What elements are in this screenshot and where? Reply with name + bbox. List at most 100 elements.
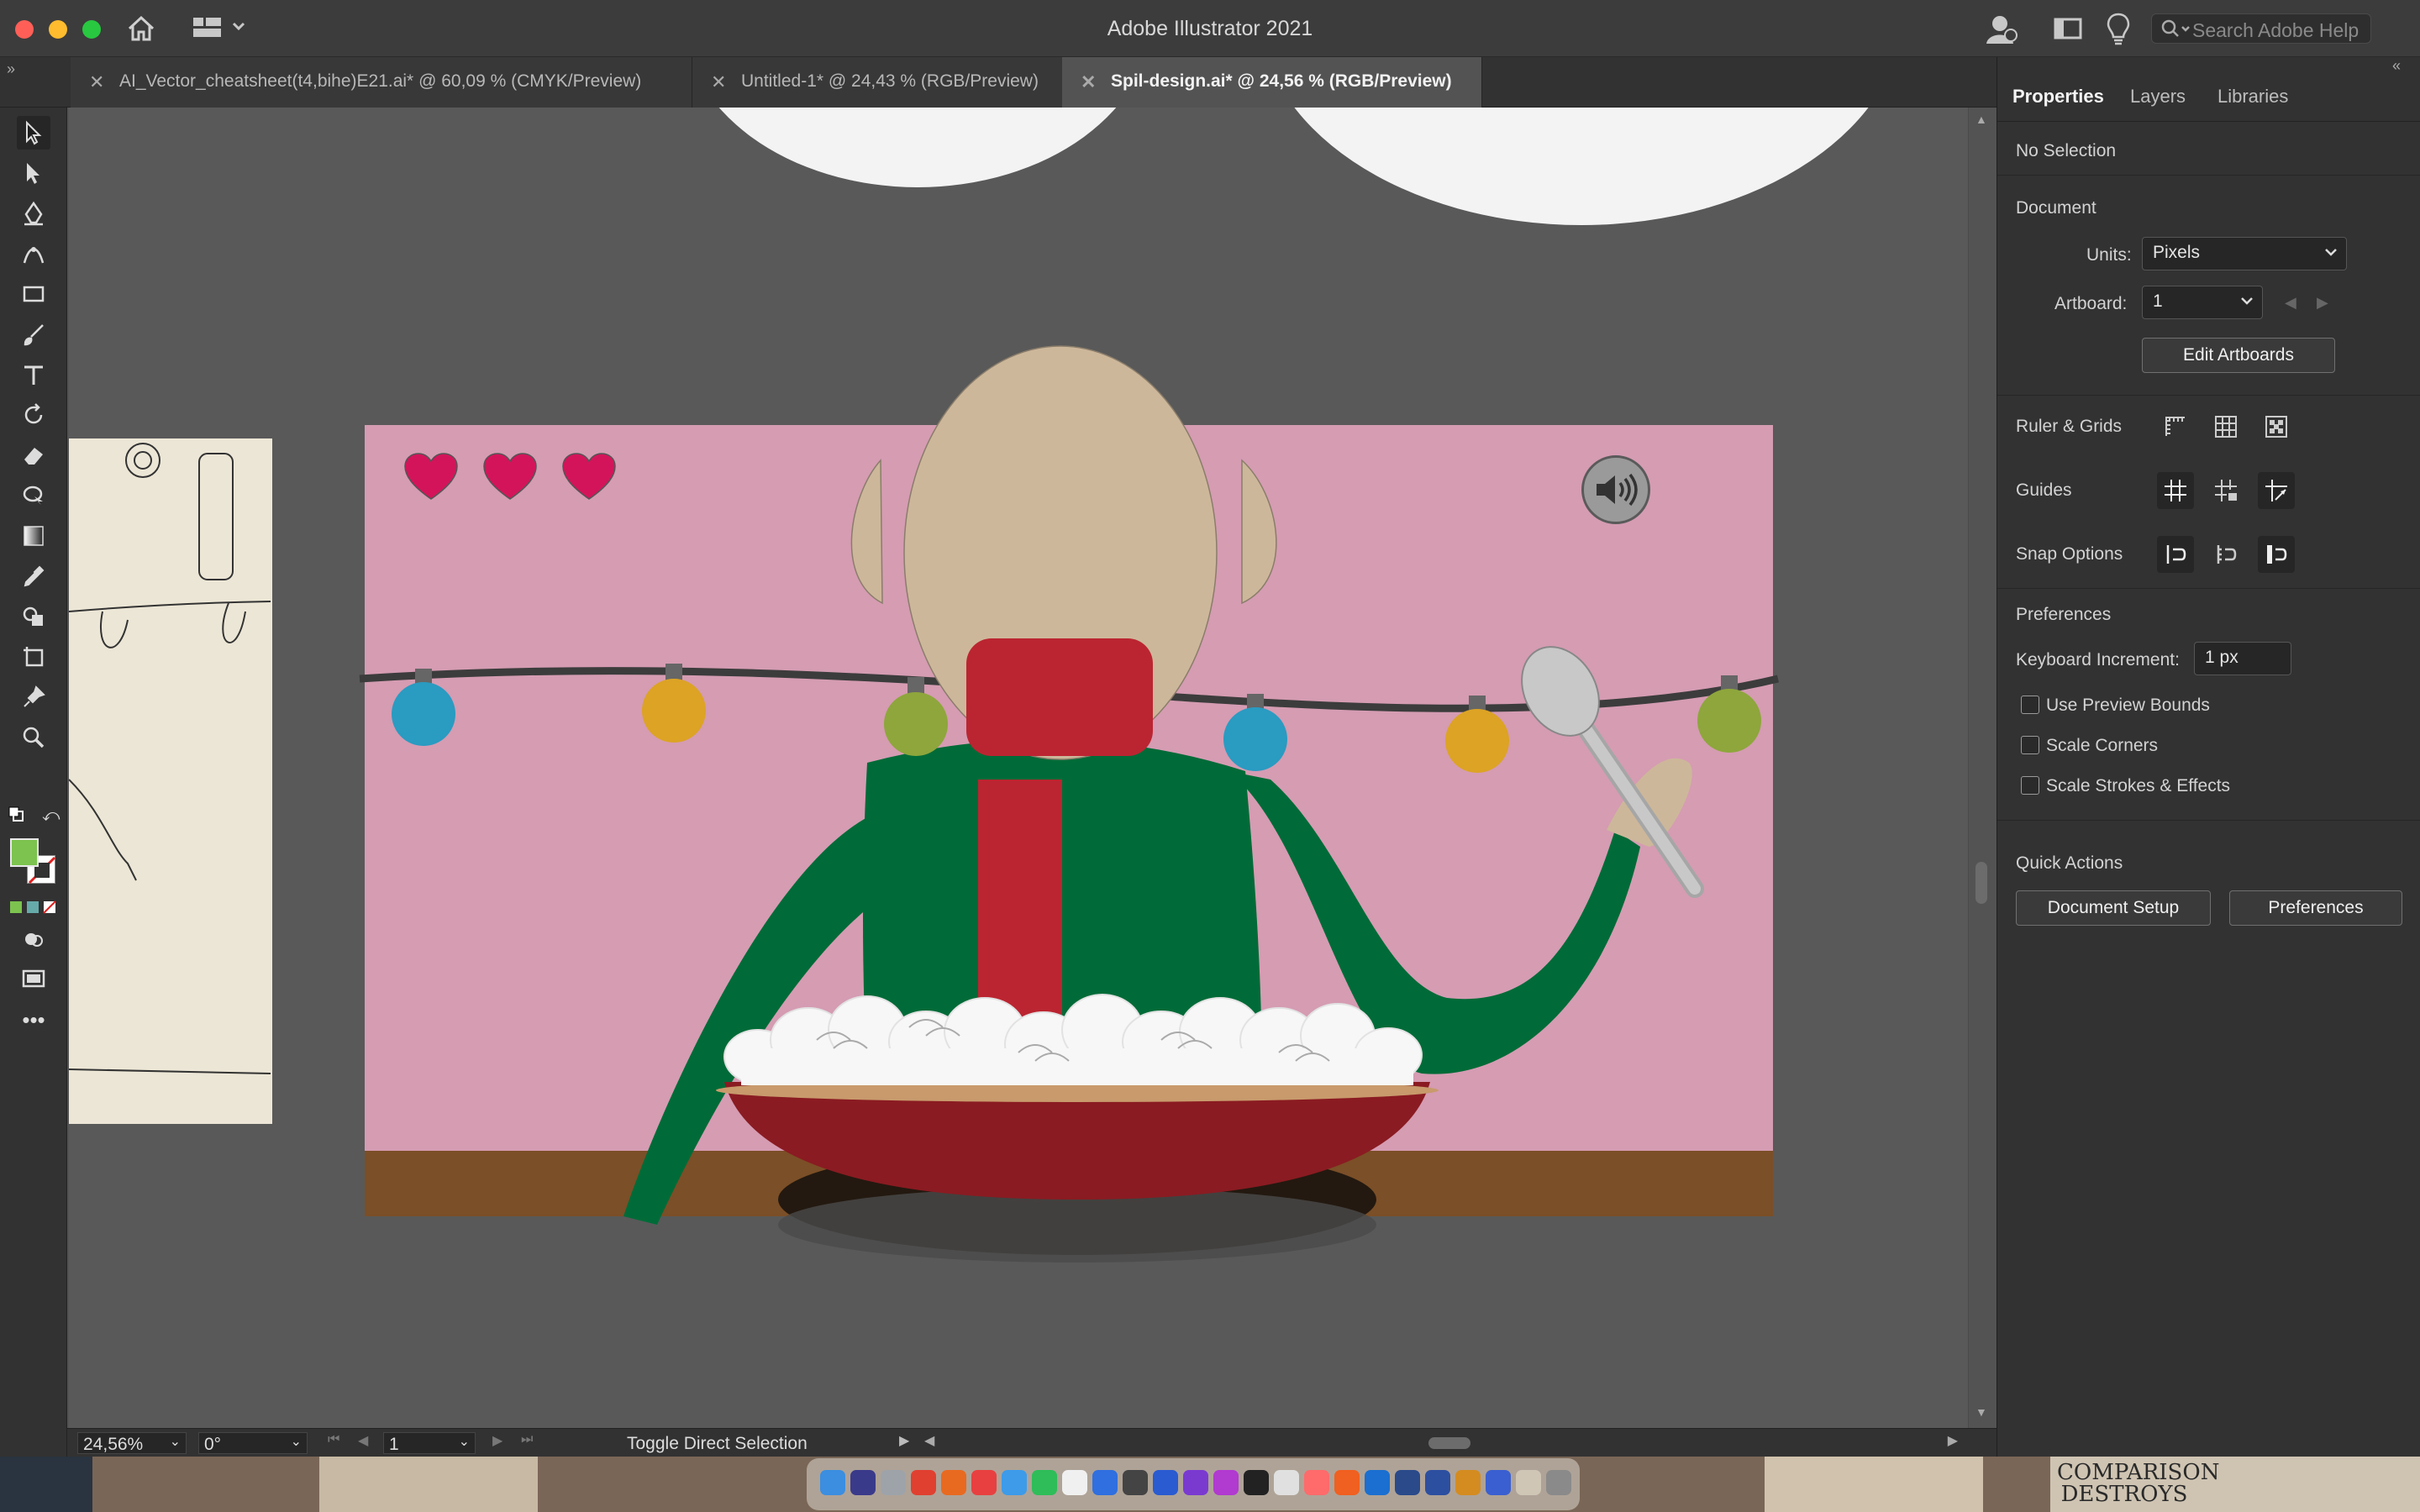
tab-layers[interactable]: Layers bbox=[2130, 86, 2186, 108]
snap-to-point-icon[interactable] bbox=[2157, 536, 2194, 573]
previous-artboard-nav-icon[interactable]: ◀ bbox=[358, 1432, 368, 1449]
paintbrush-tool-icon[interactable] bbox=[17, 318, 50, 351]
zoom-tool-icon[interactable] bbox=[17, 721, 50, 754]
dock-app-icon[interactable] bbox=[1002, 1470, 1027, 1495]
scroll-thumb[interactable] bbox=[1975, 862, 1987, 904]
keyboard-increment-field[interactable]: 1 px bbox=[2194, 642, 2291, 675]
dock-app-icon[interactable] bbox=[971, 1470, 997, 1495]
snap-to-grid-icon[interactable] bbox=[2258, 536, 2295, 573]
lock-guides-icon[interactable] bbox=[2207, 472, 2244, 509]
use-preview-bounds-checkbox[interactable] bbox=[2021, 696, 2039, 714]
eraser-tool-icon[interactable] bbox=[17, 438, 50, 472]
swap-colors-icon[interactable]: ⤺ bbox=[42, 806, 60, 826]
snap-to-pixel-icon[interactable] bbox=[2207, 536, 2244, 573]
pin-tool-icon[interactable] bbox=[17, 680, 50, 714]
dock-app-icon[interactable] bbox=[1516, 1470, 1541, 1495]
dock-app-icon[interactable] bbox=[941, 1470, 966, 1495]
tab-untitled-1[interactable]: ✕ Untitled-1* @ 24,43 % (RGB/Preview) bbox=[692, 57, 1084, 108]
next-artboard-icon[interactable]: ▶ bbox=[2317, 294, 2328, 312]
dock-app-icon[interactable] bbox=[1365, 1470, 1390, 1495]
shape-builder-tool-icon[interactable] bbox=[17, 600, 50, 633]
type-tool-icon[interactable] bbox=[17, 358, 50, 391]
eyedropper-tool-icon[interactable] bbox=[17, 559, 50, 593]
tab-properties[interactable]: Properties bbox=[2012, 86, 2104, 108]
direct-selection-tool-icon[interactable] bbox=[17, 156, 50, 190]
vertical-scrollbar[interactable]: ▲ ▼ bbox=[1968, 108, 1993, 1439]
scroll-up-arrow[interactable]: ▲ bbox=[1975, 113, 1987, 126]
tab-ai-vector-cheatsheet[interactable]: ✕ AI_Vector_cheatsheet(t4,bihe)E21.ai* @… bbox=[71, 57, 692, 108]
gradient-tool-icon[interactable] bbox=[17, 519, 50, 553]
scale-corners-checkbox[interactable] bbox=[2021, 736, 2039, 754]
close-tab-icon[interactable]: ✕ bbox=[1081, 71, 1096, 93]
fill-swatch[interactable] bbox=[10, 838, 39, 867]
dock-app-icon[interactable] bbox=[1092, 1470, 1118, 1495]
dock-app-icon[interactable] bbox=[1062, 1470, 1087, 1495]
artboard-field[interactable]: 1 bbox=[2142, 286, 2263, 319]
close-tab-icon[interactable]: ✕ bbox=[711, 71, 726, 93]
screen-mode-icon[interactable] bbox=[17, 963, 50, 996]
curvature-tool-icon[interactable] bbox=[17, 237, 50, 270]
dock-app-icon[interactable] bbox=[1546, 1470, 1571, 1495]
smart-guides-icon[interactable] bbox=[2258, 472, 2295, 509]
scroll-right-arrow[interactable]: ▶ bbox=[1948, 1432, 1958, 1449]
transparency-grid-icon[interactable] bbox=[2258, 408, 2295, 445]
show-guides-icon[interactable] bbox=[2157, 472, 2194, 509]
artboard-nav-field[interactable]: 1 ⌄ bbox=[383, 1432, 476, 1454]
discover-lightbulb-icon[interactable] bbox=[2106, 12, 2131, 50]
dock-app-icon[interactable] bbox=[1304, 1470, 1329, 1495]
dock-app-icon[interactable] bbox=[820, 1470, 845, 1495]
rotation-field[interactable]: 0° ⌄ bbox=[198, 1432, 308, 1454]
scroll-down-arrow[interactable]: ▼ bbox=[1975, 1405, 1987, 1419]
dock-app-icon[interactable] bbox=[1425, 1470, 1450, 1495]
document-setup-button[interactable]: Document Setup bbox=[2016, 890, 2211, 926]
edit-artboards-button[interactable]: Edit Artboards bbox=[2142, 338, 2335, 373]
arrange-documents-icon[interactable] bbox=[2054, 17, 2082, 45]
last-artboard-icon[interactable]: ⏭ bbox=[521, 1432, 533, 1447]
edit-toolbar-icon[interactable]: ••• bbox=[17, 1003, 50, 1037]
dock-app-icon[interactable] bbox=[1455, 1470, 1481, 1495]
previous-artboard-icon[interactable]: ◀ bbox=[2285, 294, 2296, 312]
collapse-toolbar-icon[interactable]: » bbox=[7, 60, 15, 78]
units-dropdown[interactable]: Pixels bbox=[2142, 237, 2347, 270]
tab-spil-design[interactable]: ✕ Spil-design.ai* @ 24,56 % (RGB/Preview… bbox=[1062, 57, 1482, 108]
collapse-panel-icon[interactable]: « bbox=[2392, 57, 2401, 75]
pen-tool-icon[interactable] bbox=[17, 197, 50, 230]
dock-app-icon[interactable] bbox=[1153, 1470, 1178, 1495]
ruler-icon[interactable] bbox=[2157, 408, 2194, 445]
status-menu-arrow-icon[interactable]: ▶ bbox=[899, 1432, 909, 1449]
dock-app-icon[interactable] bbox=[1274, 1470, 1299, 1495]
speaker-icon[interactable] bbox=[1581, 455, 1650, 524]
zoom-level-field[interactable]: 24,56% ⌄ bbox=[77, 1432, 187, 1454]
rectangle-tool-icon[interactable] bbox=[17, 277, 50, 311]
grid-icon[interactable] bbox=[2207, 408, 2244, 445]
dock-app-icon[interactable] bbox=[1395, 1470, 1420, 1495]
user-account-icon[interactable] bbox=[1985, 12, 2018, 50]
dock-app-icon[interactable] bbox=[1244, 1470, 1269, 1495]
horizontal-scrollbar[interactable]: ◀ ▶ bbox=[924, 1432, 1958, 1454]
color-mode-buttons[interactable] bbox=[10, 900, 59, 914]
preferences-button[interactable]: Preferences bbox=[2229, 890, 2402, 926]
help-search-input[interactable]: Search Adobe Help bbox=[2151, 13, 2371, 44]
first-artboard-icon[interactable]: ⏮ bbox=[328, 1432, 339, 1447]
dock-app-icon[interactable] bbox=[850, 1470, 876, 1495]
dock-app-icon[interactable] bbox=[1032, 1470, 1057, 1495]
default-colors-icon[interactable] bbox=[8, 806, 24, 822]
dock-app-icon[interactable] bbox=[1486, 1470, 1511, 1495]
dock-app-icon[interactable] bbox=[1183, 1470, 1208, 1495]
artboard-tool-icon[interactable] bbox=[17, 640, 50, 674]
dock-app-icon[interactable] bbox=[1213, 1470, 1239, 1495]
puppet-warp-tool-icon[interactable] bbox=[17, 479, 50, 512]
tab-libraries[interactable]: Libraries bbox=[2217, 86, 2288, 108]
selection-tool-icon[interactable] bbox=[17, 116, 50, 150]
scroll-left-arrow[interactable]: ◀ bbox=[924, 1432, 934, 1449]
scale-strokes-effects-checkbox[interactable] bbox=[2021, 776, 2039, 795]
dock-app-icon[interactable] bbox=[1123, 1470, 1148, 1495]
rotate-tool-icon[interactable] bbox=[17, 398, 50, 432]
drawing-modes-icon[interactable] bbox=[17, 922, 50, 956]
close-tab-icon[interactable]: ✕ bbox=[89, 71, 104, 93]
next-artboard-nav-icon[interactable]: ▶ bbox=[492, 1432, 502, 1449]
dock-app-icon[interactable] bbox=[881, 1470, 906, 1495]
horizontal-scroll-thumb[interactable] bbox=[1428, 1437, 1470, 1449]
dock-app-icon[interactable] bbox=[1334, 1470, 1360, 1495]
dock-app-icon[interactable] bbox=[911, 1470, 936, 1495]
